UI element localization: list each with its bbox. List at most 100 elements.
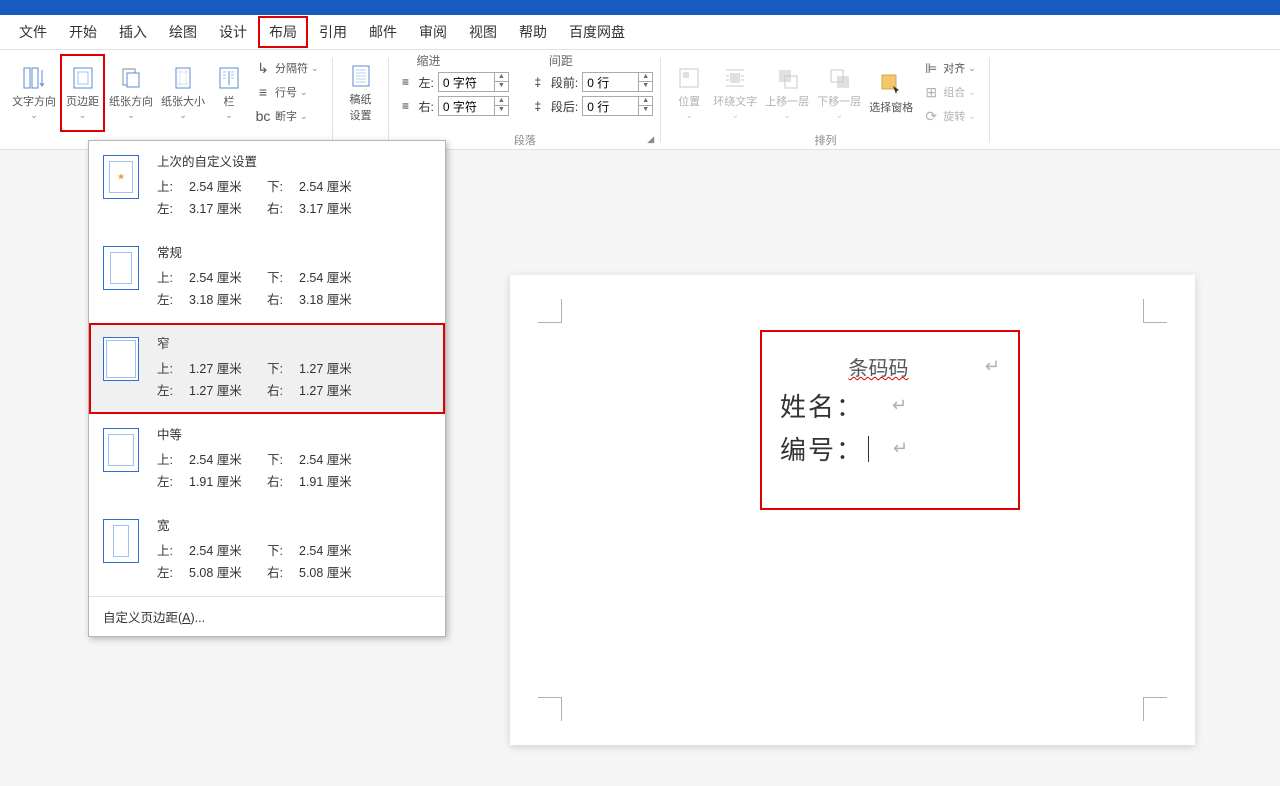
title-bar [0,0,1280,15]
menu-mailings[interactable]: 邮件 [358,16,408,48]
chevron-down-icon: ⌄ [300,111,308,122]
position-icon [677,66,701,90]
menu-layout[interactable]: 布局 [258,16,308,48]
menu-help[interactable]: 帮助 [508,16,558,48]
page-margins-button[interactable]: 页边距⌄ [60,54,105,132]
crop-mark [538,697,562,721]
group-arrange: 位置⌄ 环绕文字⌄ 上移一层⌄ 下移一层⌄ 选择窗格 ⊫对齐⌄ ⊞组合⌄ ⟳旋转… [661,50,990,150]
spin-down[interactable]: ▼ [638,106,652,115]
space-after-icon: ‡ [529,99,547,113]
selection-pane-button[interactable]: 选择窗格 [865,54,917,132]
chevron-down-icon: ⌄ [30,110,38,121]
doc-text: 姓名： [780,387,864,424]
para-mark-icon: ↵ [892,395,907,416]
group-page-setup: 文字方向⌄ 页边距⌄ 纸张方向⌄ 纸张大小⌄ 栏⌄ ↳分隔符⌄ ≡行号⌄ bc断… [0,50,333,150]
custom-margins-item[interactable]: 自定义页边距(A)... [89,596,445,636]
paper-size-button[interactable]: 纸张大小⌄ [157,54,209,132]
paper-size-icon [171,66,195,90]
spin-up[interactable]: ▲ [638,97,652,106]
draft-settings-button[interactable]: 稿纸 设置 [341,54,381,132]
margins-dropdown: ★ 上次的自定义设置 上:2.54 厘米下:2.54 厘米 左:3.17 厘米右… [88,140,446,637]
space-after-spinner[interactable]: ▲▼ [582,96,653,116]
menu-view[interactable]: 视图 [458,16,508,48]
breaks-button[interactable]: ↳分隔符⌄ [249,56,325,80]
preset-wide[interactable]: 宽 上:2.54 厘米下:2.54 厘米 左:5.08 厘米右:5.08 厘米 [89,505,445,596]
bring-forward-button: 上移一层⌄ [761,54,813,132]
rotate-icon: ⟳ [923,108,939,124]
text-direction-button[interactable]: 文字方向⌄ [8,54,60,132]
menu-design[interactable]: 设计 [208,16,258,48]
orientation-button[interactable]: 纸张方向⌄ [105,54,157,132]
margin-preview-icon [103,246,139,290]
group-paragraph: 缩进 ≡左:▲▼ ≡右:▲▼ 间距 ‡段前:▲▼ ‡段后:▲▼ 段落 ◢ [389,50,662,150]
spin-up[interactable]: ▲ [638,73,652,82]
indent-right-spinner[interactable]: ▲▼ [438,96,509,116]
document-page[interactable]: 条码码 ↵ 姓名： ↵ 编号： ↵ [510,275,1195,745]
space-before-spinner[interactable]: ▲▼ [582,72,653,92]
group-button: ⊞组合⌄ [917,80,982,104]
wrap-icon [723,66,747,90]
spin-down[interactable]: ▼ [494,106,508,115]
indent-left-icon: ≡ [397,75,415,89]
doc-text: 条码码 [780,352,977,381]
chevron-down-icon: ⌄ [300,87,308,98]
paragraph-dialog-launcher[interactable]: ◢ [647,134,657,144]
menu-file[interactable]: 文件 [8,16,58,48]
indent-label: 缩进 [417,52,509,69]
crop-mark [1143,299,1167,323]
selection-pane-icon [879,72,903,96]
group-icon: ⊞ [923,84,939,100]
para-mark-icon: ↵ [893,438,908,459]
highlight-box: 条码码 ↵ 姓名： ↵ 编号： ↵ [760,330,1020,510]
margin-preview-icon [103,337,139,381]
menu-home[interactable]: 开始 [58,16,108,48]
rotate-button: ⟳旋转⌄ [917,104,982,128]
crop-mark [1143,697,1167,721]
text-direction-icon [22,66,46,90]
hyphenation-button[interactable]: bc断字⌄ [249,104,325,128]
space-before-icon: ‡ [529,75,547,89]
chevron-down-icon: ⌄ [225,110,233,121]
spin-down[interactable]: ▼ [494,82,508,91]
chevron-down-icon: ⌄ [79,110,87,121]
margin-preview-icon [103,428,139,472]
group-draft: 稿纸 设置 [333,50,389,150]
ribbon: 文字方向⌄ 页边距⌄ 纸张方向⌄ 纸张大小⌄ 栏⌄ ↳分隔符⌄ ≡行号⌄ bc断… [0,50,1280,150]
menu-baidu[interactable]: 百度网盘 [558,16,636,48]
preset-moderate[interactable]: 中等 上:2.54 厘米下:2.54 厘米 左:1.91 厘米右:1.91 厘米 [89,414,445,505]
indent-right-icon: ≡ [397,99,415,113]
lineno-icon: ≡ [255,84,271,100]
spin-down[interactable]: ▼ [638,82,652,91]
preset-narrow[interactable]: 窄 上:1.27 厘米下:1.27 厘米 左:1.27 厘米右:1.27 厘米 [89,323,445,414]
crop-mark [538,299,562,323]
menu-review[interactable]: 审阅 [408,16,458,48]
preset-normal[interactable]: 常规 上:2.54 厘米下:2.54 厘米 左:3.18 厘米右:3.18 厘米 [89,232,445,323]
menu-draw[interactable]: 绘图 [158,16,208,48]
columns-icon [217,66,241,90]
chevron-down-icon: ⌄ [127,110,135,121]
wrap-text-button: 环绕文字⌄ [709,54,761,132]
spin-up[interactable]: ▲ [494,73,508,82]
forward-icon [775,66,799,90]
send-backward-button: 下移一层⌄ [813,54,865,132]
position-button: 位置⌄ [669,54,709,132]
align-button[interactable]: ⊫对齐⌄ [917,56,982,80]
preset-last-custom[interactable]: ★ 上次的自定义设置 上:2.54 厘米下:2.54 厘米 左:3.17 厘米右… [89,141,445,232]
menu-references[interactable]: 引用 [308,16,358,48]
chevron-down-icon: ⌄ [179,110,187,121]
spacing-label: 间距 [549,52,653,69]
draft-icon [349,64,373,88]
text-cursor [868,436,869,462]
doc-text: 编号： [780,430,864,467]
line-numbers-button[interactable]: ≡行号⌄ [249,80,325,104]
menu-insert[interactable]: 插入 [108,16,158,48]
chevron-down-icon: ⌄ [311,63,319,74]
spin-up[interactable]: ▲ [494,97,508,106]
para-mark-icon: ↵ [985,356,1000,377]
margin-preview-icon: ★ [103,155,139,199]
columns-button[interactable]: 栏⌄ [209,54,249,132]
margins-icon [71,66,95,90]
indent-left-spinner[interactable]: ▲▼ [438,72,509,92]
hyphen-icon: bc [255,108,271,124]
orientation-icon [119,66,143,90]
